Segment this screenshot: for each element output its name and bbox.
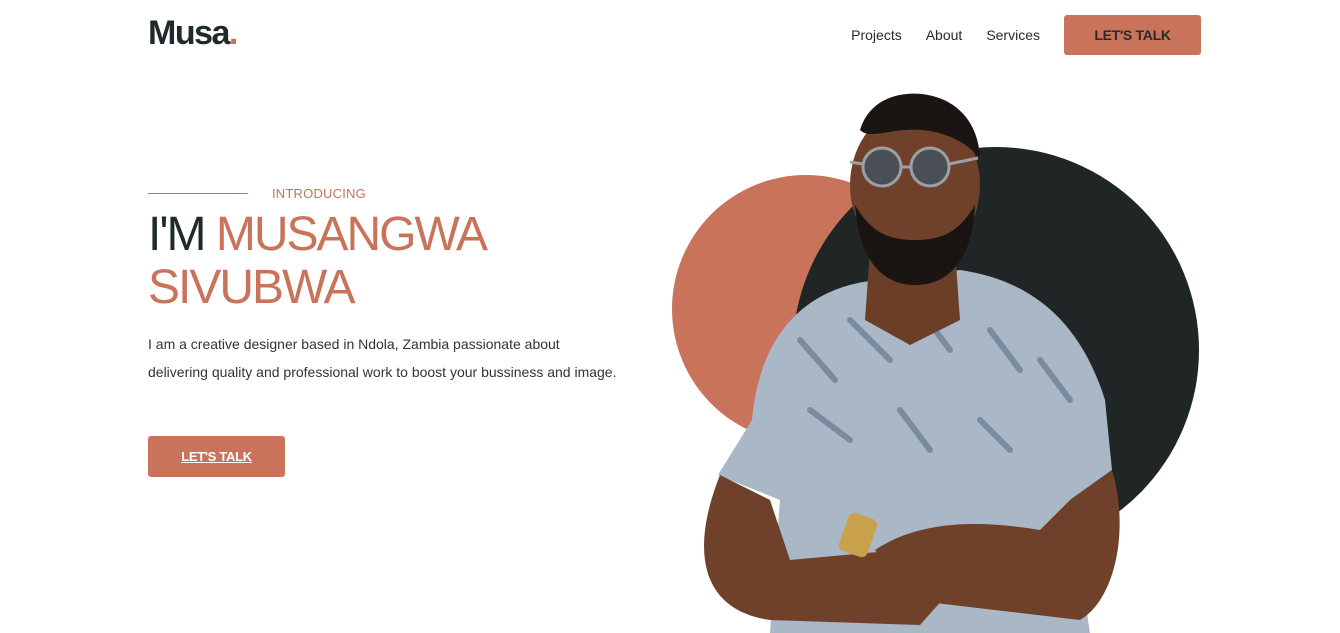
nav-lets-talk-button[interactable]: LET'S TALK bbox=[1064, 15, 1201, 55]
eyebrow-label: INTRODUCING bbox=[272, 186, 366, 201]
eyebrow-divider bbox=[148, 193, 248, 194]
headline-name-last: SIVUBWA bbox=[148, 261, 356, 314]
hero-description: I am a creative designer based in Ndola,… bbox=[148, 336, 617, 380]
hero-headline: I'M MUSANGWA SIVUBWA bbox=[148, 208, 628, 314]
portrait-illustration bbox=[672, 93, 1199, 633]
headline-name-first: MUSANGWA bbox=[215, 208, 488, 261]
intro-eyebrow: INTRODUCING bbox=[148, 186, 366, 201]
logo-dot: . bbox=[228, 14, 238, 52]
logo-text: Musa bbox=[148, 14, 230, 52]
headline-prefix: I'M bbox=[148, 208, 207, 261]
logo[interactable]: Musa. bbox=[148, 14, 238, 53]
main-nav: Projects About Services LET'S TALK bbox=[851, 15, 1201, 55]
hero-lets-talk-button[interactable]: LET'S TALK bbox=[148, 436, 285, 477]
nav-link-services[interactable]: Services bbox=[986, 15, 1040, 55]
nav-link-projects[interactable]: Projects bbox=[851, 15, 902, 55]
nav-link-about[interactable]: About bbox=[926, 15, 963, 55]
